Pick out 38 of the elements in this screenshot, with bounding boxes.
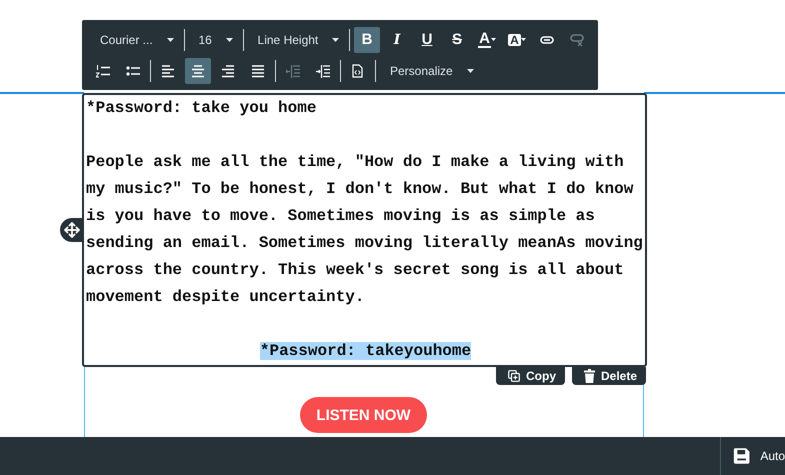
align-right-icon	[221, 64, 235, 78]
source-icon	[351, 64, 365, 78]
format-dropdown[interactable]: Courier ...	[90, 26, 180, 52]
selected-text: *Password: takeyouhome	[260, 342, 472, 360]
copy-icon	[508, 370, 520, 382]
highlight-color-button[interactable]: A	[504, 26, 530, 52]
save-icon	[733, 446, 750, 466]
outdent-icon	[286, 64, 300, 78]
copy-button[interactable]: Copy	[496, 367, 565, 385]
format-dropdown[interactable]: Personalize	[380, 58, 480, 84]
paragraph: People ask me all the time, "How do I make a living with my music?" To be honest, I don't know. But what I do know is you have to move. Sometimes moving is as simple as sending an email. Sometimes moving literally meanAs moving across the country. This week's secret song is all about movement despite uncertainty.	[86, 153, 643, 306]
bullet-list-icon	[126, 64, 140, 78]
strike-button[interactable]: S	[444, 26, 470, 52]
format-dropdown[interactable]: Line Height	[248, 26, 346, 52]
caret-icon	[166, 38, 174, 42]
move-icon[interactable]	[60, 218, 84, 242]
caret-icon	[332, 38, 340, 42]
align-left-icon	[161, 64, 175, 78]
font-color-button[interactable]: A	[474, 26, 500, 52]
delete-button[interactable]: Delete	[572, 367, 646, 385]
caret-icon	[226, 38, 233, 42]
align-center-button[interactable]	[185, 58, 211, 84]
caret-icon	[466, 68, 474, 72]
ordered-list-icon	[96, 64, 110, 78]
paragraph: *Password: take you home	[86, 99, 316, 117]
justify-icon	[251, 64, 265, 78]
bold-button[interactable]: B	[354, 26, 380, 52]
unlink-icon	[570, 32, 584, 46]
align-center-icon	[191, 64, 205, 78]
caret-icon	[520, 38, 526, 41]
underline-button[interactable]: U	[414, 26, 440, 52]
trash-icon	[584, 369, 595, 383]
italic-button[interactable]: I	[384, 26, 410, 52]
format-dropdown[interactable]: 16	[188, 26, 239, 52]
indent-icon	[316, 64, 330, 78]
caret-icon	[490, 38, 496, 41]
text-editor[interactable]	[82, 93, 647, 367]
autosave-button[interactable]: Auto	[720, 437, 785, 475]
